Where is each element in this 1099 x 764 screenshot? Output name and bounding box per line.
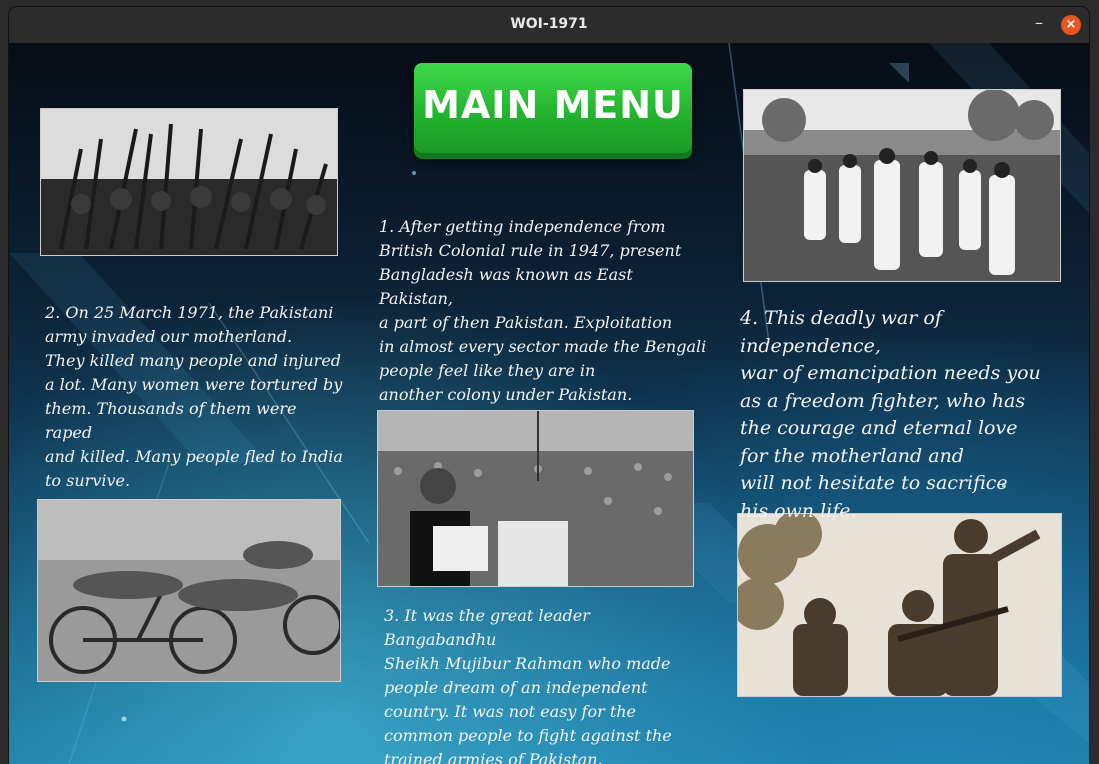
minimize-button[interactable]: – (1029, 15, 1049, 35)
paragraph-2: 2. On 25 March 1971, the Pakistani army … (45, 303, 343, 490)
marching-women-photo (743, 89, 1061, 282)
title-bar[interactable]: WOI-1971 – × (9, 7, 1089, 44)
main-menu-screen: MAIN MENU 1. After getting independence … (9, 43, 1089, 764)
paragraph-3: 3. It was the great leader Bangabandhu S… (384, 606, 672, 764)
main-menu-button[interactable]: MAIN MENU (414, 63, 692, 153)
close-button[interactable]: × (1061, 15, 1081, 35)
app-window: WOI-1971 – × MAIN MENU 1. After getting … (9, 7, 1089, 764)
casualties-photo (37, 499, 341, 682)
crowd-rifles-photo (40, 108, 338, 256)
window-title: WOI-1971 (510, 16, 588, 32)
paragraph-1: 1. After getting independence from Briti… (379, 217, 707, 404)
freedom-fighters-photo (737, 513, 1062, 697)
speech-crowd-photo (377, 410, 694, 587)
paragraph-4: 4. This deadly war of independence, war … (740, 307, 1041, 522)
